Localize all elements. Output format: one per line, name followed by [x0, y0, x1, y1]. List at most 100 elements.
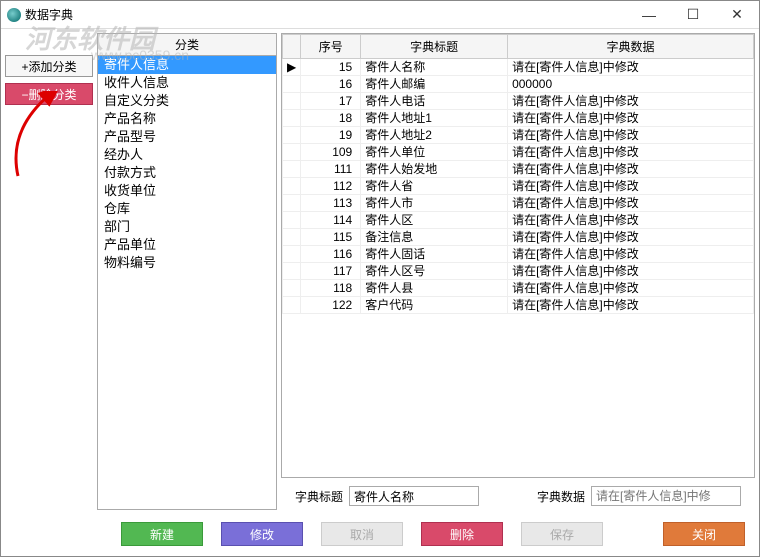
- table-row[interactable]: 111寄件人始发地请在[寄件人信息]中修改: [283, 161, 754, 178]
- category-item[interactable]: 收件人信息: [98, 74, 276, 92]
- category-item[interactable]: 仓库: [98, 200, 276, 218]
- cell-title: 寄件人地址2: [361, 127, 508, 144]
- cell-data: 请在[寄件人信息]中修改: [508, 93, 754, 110]
- category-item[interactable]: 经办人: [98, 146, 276, 164]
- titlebar: 数据字典 — ☐ ✕: [1, 1, 759, 29]
- cell-data: 请在[寄件人信息]中修改: [508, 59, 754, 76]
- cell-data: 请在[寄件人信息]中修改: [508, 144, 754, 161]
- cell-title: 客户代码: [361, 297, 508, 314]
- row-marker: [283, 229, 301, 246]
- new-button[interactable]: 新建: [121, 522, 203, 546]
- app-icon: [7, 8, 21, 22]
- category-item[interactable]: 产品型号: [98, 128, 276, 146]
- cell-title: 寄件人区号: [361, 263, 508, 280]
- window-controls: — ☐ ✕: [627, 1, 759, 29]
- table-row[interactable]: 115备注信息请在[寄件人信息]中修改: [283, 229, 754, 246]
- category-item[interactable]: 自定义分类: [98, 92, 276, 110]
- column-header[interactable]: 序号: [301, 35, 361, 59]
- cell-index: 113: [301, 195, 361, 212]
- content-area: +添加分类 −删除分类 分类 寄件人信息收件人信息自定义分类产品名称产品型号经办…: [1, 29, 759, 514]
- table-row[interactable]: 113寄件人市请在[寄件人信息]中修改: [283, 195, 754, 212]
- category-item[interactable]: 物料编号: [98, 254, 276, 272]
- left-panel: +添加分类 −删除分类: [5, 33, 93, 510]
- cell-title: 备注信息: [361, 229, 508, 246]
- table-row[interactable]: 117寄件人区号请在[寄件人信息]中修改: [283, 263, 754, 280]
- cell-data: 请在[寄件人信息]中修改: [508, 263, 754, 280]
- cell-data: 请在[寄件人信息]中修改: [508, 127, 754, 144]
- cell-data: 请在[寄件人信息]中修改: [508, 110, 754, 127]
- category-item[interactable]: 部门: [98, 218, 276, 236]
- column-header[interactable]: [283, 35, 301, 59]
- cell-index: 17: [301, 93, 361, 110]
- row-marker: [283, 178, 301, 195]
- cell-data: 请在[寄件人信息]中修改: [508, 178, 754, 195]
- table-row[interactable]: ▶15寄件人名称请在[寄件人信息]中修改: [283, 59, 754, 76]
- row-marker: [283, 297, 301, 314]
- cell-index: 18: [301, 110, 361, 127]
- cell-title: 寄件人区: [361, 212, 508, 229]
- row-marker: [283, 93, 301, 110]
- dictionary-table: 序号字典标题字典数据 ▶15寄件人名称请在[寄件人信息]中修改16寄件人邮编00…: [282, 34, 754, 314]
- column-header[interactable]: 字典数据: [508, 35, 754, 59]
- cell-data: 请在[寄件人信息]中修改: [508, 195, 754, 212]
- column-header[interactable]: 字典标题: [361, 35, 508, 59]
- table-row[interactable]: 112寄件人省请在[寄件人信息]中修改: [283, 178, 754, 195]
- category-header: 分类: [98, 34, 276, 56]
- cell-index: 122: [301, 297, 361, 314]
- cell-title: 寄件人县: [361, 280, 508, 297]
- category-panel: 分类 寄件人信息收件人信息自定义分类产品名称产品型号经办人付款方式收货单位仓库部…: [97, 33, 277, 510]
- category-item[interactable]: 产品名称: [98, 110, 276, 128]
- table-row[interactable]: 122客户代码请在[寄件人信息]中修改: [283, 297, 754, 314]
- right-panel: 序号字典标题字典数据 ▶15寄件人名称请在[寄件人信息]中修改16寄件人邮编00…: [281, 33, 755, 510]
- dictionary-table-container[interactable]: 序号字典标题字典数据 ▶15寄件人名称请在[寄件人信息]中修改16寄件人邮编00…: [281, 33, 755, 478]
- add-category-button[interactable]: +添加分类: [5, 55, 93, 77]
- row-marker: [283, 144, 301, 161]
- cell-title: 寄件人地址1: [361, 110, 508, 127]
- maximize-button[interactable]: ☐: [671, 1, 715, 29]
- cell-data: 请在[寄件人信息]中修改: [508, 246, 754, 263]
- row-marker: [283, 195, 301, 212]
- window: 数据字典 — ☐ ✕ 河东软件园 www.pc0359.cn +添加分类 −删除…: [0, 0, 760, 557]
- cell-index: 118: [301, 280, 361, 297]
- save-button: 保存: [521, 522, 603, 546]
- cell-index: 109: [301, 144, 361, 161]
- table-row[interactable]: 18寄件人地址1请在[寄件人信息]中修改: [283, 110, 754, 127]
- close-button[interactable]: 关闭: [663, 522, 745, 546]
- row-marker: [283, 127, 301, 144]
- close-window-button[interactable]: ✕: [715, 1, 759, 29]
- form-row: 字典标题 字典数据: [281, 478, 755, 510]
- cell-data: 请在[寄件人信息]中修改: [508, 229, 754, 246]
- cell-title: 寄件人名称: [361, 59, 508, 76]
- dict-data-label: 字典数据: [537, 488, 585, 505]
- category-list[interactable]: 寄件人信息收件人信息自定义分类产品名称产品型号经办人付款方式收货单位仓库部门产品…: [98, 56, 276, 509]
- cell-index: 111: [301, 161, 361, 178]
- table-row[interactable]: 19寄件人地址2请在[寄件人信息]中修改: [283, 127, 754, 144]
- table-row[interactable]: 118寄件人县请在[寄件人信息]中修改: [283, 280, 754, 297]
- table-row[interactable]: 16寄件人邮编000000: [283, 76, 754, 93]
- delete-category-button[interactable]: −删除分类: [5, 83, 93, 105]
- cell-data: 请在[寄件人信息]中修改: [508, 280, 754, 297]
- category-item[interactable]: 产品单位: [98, 236, 276, 254]
- row-marker: ▶: [283, 59, 301, 76]
- category-item[interactable]: 付款方式: [98, 164, 276, 182]
- table-row[interactable]: 116寄件人固话请在[寄件人信息]中修改: [283, 246, 754, 263]
- cell-title: 寄件人电话: [361, 93, 508, 110]
- minimize-button[interactable]: —: [627, 1, 671, 29]
- delete-button[interactable]: 删除: [421, 522, 503, 546]
- table-row[interactable]: 114寄件人区请在[寄件人信息]中修改: [283, 212, 754, 229]
- edit-button[interactable]: 修改: [221, 522, 303, 546]
- category-item[interactable]: 寄件人信息: [98, 56, 276, 74]
- cell-index: 114: [301, 212, 361, 229]
- cell-data: 请在[寄件人信息]中修改: [508, 297, 754, 314]
- row-marker: [283, 161, 301, 178]
- cell-index: 117: [301, 263, 361, 280]
- cell-index: 15: [301, 59, 361, 76]
- table-row[interactable]: 17寄件人电话请在[寄件人信息]中修改: [283, 93, 754, 110]
- category-item[interactable]: 收货单位: [98, 182, 276, 200]
- cell-index: 16: [301, 76, 361, 93]
- dict-title-input[interactable]: [349, 486, 479, 506]
- cell-title: 寄件人固话: [361, 246, 508, 263]
- dict-data-input[interactable]: [591, 486, 741, 506]
- row-marker: [283, 246, 301, 263]
- table-row[interactable]: 109寄件人单位请在[寄件人信息]中修改: [283, 144, 754, 161]
